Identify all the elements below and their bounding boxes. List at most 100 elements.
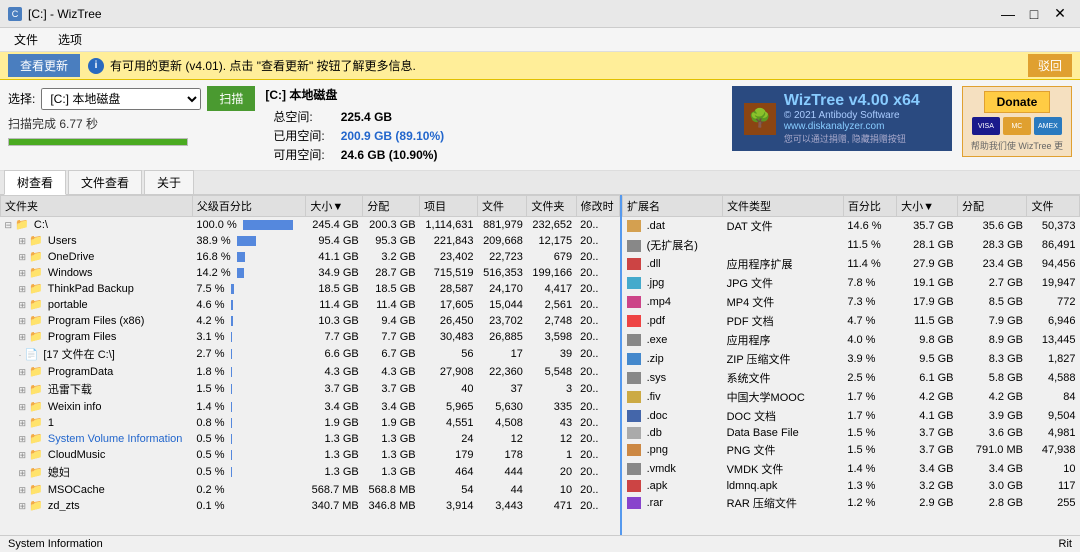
- check-update-button[interactable]: 查看更新: [8, 54, 80, 77]
- col-modified[interactable]: 修改时: [576, 196, 619, 217]
- table-row[interactable]: ⊞ 📁 System Volume Information 0.5 % 1.3 …: [1, 431, 620, 447]
- close-button[interactable]: ✕: [1048, 4, 1072, 24]
- expand-icon[interactable]: ⊞: [19, 268, 27, 278]
- expand-icon[interactable]: ⊞: [19, 485, 27, 495]
- list-item[interactable]: .exe 应用程序 4.0 % 9.8 GB 8.9 GB 13,445: [623, 331, 1080, 350]
- cell-files: 516,353: [478, 265, 527, 281]
- col-size[interactable]: 大小▼: [306, 196, 363, 217]
- cell-percent: 1.2 %: [843, 494, 896, 511]
- list-item[interactable]: .rar RAR 压缩文件 1.2 % 2.9 GB 2.8 GB 255: [623, 494, 1080, 511]
- expand-icon[interactable]: ⊞: [19, 367, 27, 377]
- ext-col-percent[interactable]: 百分比: [843, 196, 896, 217]
- table-row[interactable]: ⊞ 📁 OneDrive 16.8 % 41.1 GB 3.2 GB 23,40…: [1, 249, 620, 265]
- cell-percent: 0.5 %: [192, 447, 306, 463]
- col-folders[interactable]: 文件夹: [527, 196, 576, 217]
- drive-select[interactable]: [C:] 本地磁盘: [41, 88, 201, 110]
- list-item[interactable]: .sys 系统文件 2.5 % 6.1 GB 5.8 GB 4,588: [623, 369, 1080, 388]
- expand-icon[interactable]: ⊞: [19, 316, 27, 326]
- list-item[interactable]: .vmdk VMDK 文件 1.4 % 3.4 GB 3.4 GB 10: [623, 460, 1080, 479]
- col-alloc[interactable]: 分配: [363, 196, 420, 217]
- tab-tree-view[interactable]: 树查看: [4, 170, 66, 195]
- ext-col-type[interactable]: 文件类型: [723, 196, 844, 217]
- menu-options[interactable]: 选项: [48, 29, 92, 50]
- minimize-button[interactable]: —: [996, 4, 1020, 24]
- list-item[interactable]: (无扩展名) 11.5 % 28.1 GB 28.3 GB 86,491: [623, 236, 1080, 255]
- expand-icon[interactable]: ⊞: [19, 236, 27, 246]
- table-row[interactable]: ⊞ 📁 1 0.8 % 1.9 GB 1.9 GB 4,551 4,508 43…: [1, 415, 620, 431]
- window-controls[interactable]: — □ ✕: [996, 4, 1072, 24]
- color-box: [627, 410, 641, 422]
- list-item[interactable]: .doc DOC 文档 1.7 % 4.1 GB 3.9 GB 9,504: [623, 407, 1080, 426]
- expand-icon[interactable]: ⊞: [19, 434, 27, 444]
- expand-icon[interactable]: ⊟: [5, 220, 13, 230]
- table-row[interactable]: ⊟ 📁 C:\ 100.0 % 245.4 GB 200.3 GB 1,114,…: [1, 217, 620, 233]
- maximize-button[interactable]: □: [1022, 4, 1046, 24]
- cell-files: 444: [478, 463, 527, 482]
- expand-icon[interactable]: ⊞: [19, 501, 27, 511]
- ext-col-size[interactable]: 大小▼: [897, 196, 958, 217]
- cell-folders: 39: [527, 345, 576, 364]
- table-row[interactable]: ⊞ 📁 Windows 14.2 % 34.9 GB 28.7 GB 715,5…: [1, 265, 620, 281]
- donate-area: Donate VISA MC AMEX 帮助我们使 WizTree 更: [962, 86, 1072, 157]
- list-item[interactable]: .db Data Base File 1.5 % 3.7 GB 3.6 GB 4…: [623, 426, 1080, 441]
- expand-icon[interactable]: ⊞: [19, 402, 27, 412]
- expand-icon[interactable]: ⊞: [19, 332, 27, 342]
- dismiss-button[interactable]: 驳回: [1028, 54, 1072, 77]
- donate-button[interactable]: Donate: [984, 91, 1051, 113]
- table-row[interactable]: ⊞ 📁 portable 4.6 % 11.4 GB 11.4 GB 17,60…: [1, 297, 620, 313]
- table-row[interactable]: ⊞ 📁 MSOCache 0.2 % 568.7 MB 568.8 MB 54 …: [1, 482, 620, 498]
- ext-table-scroll[interactable]: 扩展名 文件类型 百分比 大小▼ 分配 文件 .dat DAT 文件 14.6 …: [622, 195, 1080, 511]
- col-files[interactable]: 文件: [478, 196, 527, 217]
- cell-items: 27,908: [420, 364, 478, 380]
- list-item[interactable]: .zip ZIP 压缩文件 3.9 % 9.5 GB 8.3 GB 1,827: [623, 350, 1080, 369]
- expand-icon[interactable]: ⊞: [19, 418, 27, 428]
- tab-about[interactable]: 关于: [144, 170, 194, 194]
- list-item[interactable]: .dll 应用程序扩展 11.4 % 27.9 GB 23.4 GB 94,45…: [623, 255, 1080, 274]
- folder-icon: 📁: [29, 331, 43, 343]
- table-row[interactable]: ⊞ 📁 ProgramData 1.8 % 4.3 GB 4.3 GB 27,9…: [1, 364, 620, 380]
- table-row[interactable]: ⊞ 📁 Program Files 3.1 % 7.7 GB 7.7 GB 30…: [1, 329, 620, 345]
- percent-bar: [231, 332, 233, 342]
- table-row[interactable]: ⊞ 📁 Users 38.9 % 95.4 GB 95.3 GB 221,843…: [1, 233, 620, 249]
- cell-type: [723, 236, 844, 255]
- col-items[interactable]: 项目: [420, 196, 478, 217]
- expand-icon[interactable]: ⊞: [19, 468, 27, 478]
- col-parent-percent[interactable]: 父级百分比: [192, 196, 306, 217]
- list-item[interactable]: .mp4 MP4 文件 7.3 % 17.9 GB 8.5 GB 772: [623, 293, 1080, 312]
- list-item[interactable]: .pdf PDF 文档 4.7 % 11.5 GB 7.9 GB 6,946: [623, 312, 1080, 331]
- list-item[interactable]: .fiv 中国大学MOOC 1.7 % 4.2 GB 4.2 GB 84: [623, 388, 1080, 407]
- cell-type: ldmnq.apk: [723, 479, 844, 494]
- table-row[interactable]: ⊞ 📁 媳妇 0.5 % 1.3 GB 1.3 GB 464 444 20 20…: [1, 463, 620, 482]
- file-table-scroll[interactable]: 文件夹 父级百分比 大小▼ 分配 项目 文件 文件夹 修改时 ⊟ 📁: [0, 195, 620, 511]
- col-folder[interactable]: 文件夹: [1, 196, 193, 217]
- expand-icon[interactable]: ⊞: [19, 300, 27, 310]
- menu-file[interactable]: 文件: [4, 29, 48, 50]
- cell-size: 1.3 GB: [306, 463, 363, 482]
- cell-percent: 7.8 %: [843, 274, 896, 293]
- list-item[interactable]: .apk ldmnq.apk 1.3 % 3.2 GB 3.0 GB 117: [623, 479, 1080, 494]
- expand-icon[interactable]: ⊞: [19, 385, 27, 395]
- cell-modified: 20..: [576, 217, 619, 233]
- table-row[interactable]: ⊞ 📁 Weixin info 1.4 % 3.4 GB 3.4 GB 5,96…: [1, 399, 620, 415]
- list-item[interactable]: .png PNG 文件 1.5 % 3.7 GB 791.0 MB 47,938: [623, 441, 1080, 460]
- top-section: 选择: [C:] 本地磁盘 扫描 扫描完成 6.77 秒 [C:] 本地磁盘 总…: [0, 80, 1080, 171]
- list-item[interactable]: .dat DAT 文件 14.6 % 35.7 GB 35.6 GB 50,37…: [623, 217, 1080, 236]
- tab-file-view[interactable]: 文件查看: [68, 170, 142, 194]
- table-row[interactable]: ⊞ 📁 ThinkPad Backup 7.5 % 18.5 GB 18.5 G…: [1, 281, 620, 297]
- cell-name: ⊞ 📁 OneDrive: [1, 249, 193, 265]
- table-row[interactable]: ⊞ 📁 Program Files (x86) 4.2 % 10.3 GB 9.…: [1, 313, 620, 329]
- table-row[interactable]: ⊞ 📁 CloudMusic 0.5 % 1.3 GB 1.3 GB 179 1…: [1, 447, 620, 463]
- list-item[interactable]: .jpg JPG 文件 7.8 % 19.1 GB 2.7 GB 19,947: [623, 274, 1080, 293]
- scan-button[interactable]: 扫描: [207, 86, 255, 111]
- ext-col-alloc[interactable]: 分配: [958, 196, 1027, 217]
- table-row[interactable]: ⊞ 📁 迅雷下载 1.5 % 3.7 GB 3.7 GB 40 37 3 20.…: [1, 380, 620, 399]
- cell-percent: 1.5 %: [843, 426, 896, 441]
- expand-icon[interactable]: ⊞: [19, 450, 27, 460]
- expand-icon[interactable]: ⊞: [19, 252, 27, 262]
- table-row[interactable]: · 📄 [17 文件在 C:\] 2.7 % 6.6 GB 6.7 GB 56 …: [1, 345, 620, 364]
- table-row[interactable]: ⊞ 📁 zd_zts 0.1 % 340.7 MB 346.8 MB 3,914…: [1, 498, 620, 512]
- expand-icon[interactable]: ⊞: [19, 284, 27, 294]
- ext-col-files[interactable]: 文件: [1027, 196, 1080, 217]
- ext-col-ext[interactable]: 扩展名: [623, 196, 723, 217]
- expand-icon[interactable]: ·: [19, 350, 22, 360]
